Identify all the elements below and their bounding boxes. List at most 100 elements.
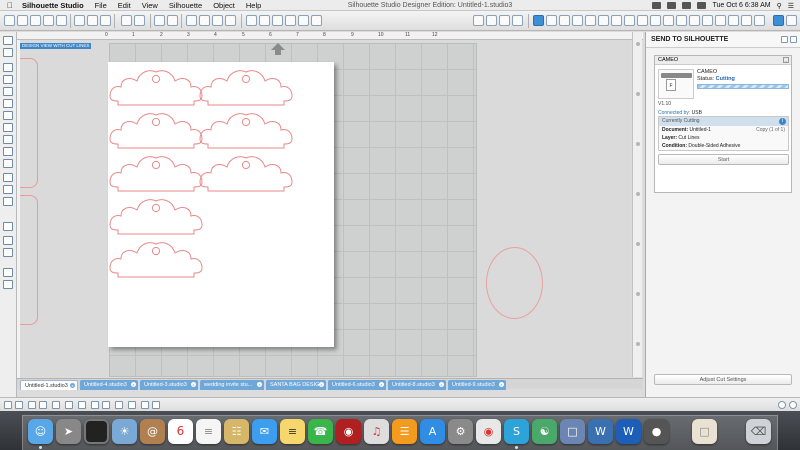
save-icon[interactable]	[30, 15, 41, 26]
transform-icon[interactable]	[598, 15, 609, 26]
offset-bottom-icon[interactable]	[128, 401, 136, 409]
rhinestone-icon[interactable]	[741, 15, 752, 26]
menu-view[interactable]: View	[142, 1, 158, 10]
library-icon[interactable]	[533, 15, 544, 26]
zoom-out-icon[interactable]	[259, 15, 270, 26]
status-icon[interactable]	[667, 2, 677, 9]
settings-icon[interactable]	[789, 401, 797, 409]
rectangle-tool-icon[interactable]	[3, 75, 13, 84]
rounded-rect-icon[interactable]	[3, 87, 13, 96]
select-icon[interactable]	[154, 15, 165, 26]
page-setup-icon[interactable]	[473, 15, 484, 26]
rotate-icon[interactable]	[15, 401, 23, 409]
sketch-icon[interactable]	[754, 15, 765, 26]
cut-shape-tag[interactable]	[109, 156, 203, 192]
compound-icon[interactable]	[52, 401, 60, 409]
eraser-icon[interactable]	[3, 185, 13, 194]
back-icon[interactable]	[225, 15, 236, 26]
duplicate-icon[interactable]	[4, 401, 12, 409]
lock-icon[interactable]	[141, 401, 149, 409]
text-tool-icon[interactable]	[3, 173, 13, 182]
line-style-icon[interactable]	[585, 15, 596, 26]
curve-tool-icon[interactable]	[3, 123, 13, 132]
photo-booth-icon[interactable]: ◉	[336, 419, 361, 444]
align-bottom-icon[interactable]	[78, 401, 86, 409]
tab-untitled-6[interactable]: Untitled-6.studio3 x	[328, 380, 386, 390]
arc-tool-icon[interactable]	[3, 135, 13, 144]
cut-icon[interactable]	[56, 15, 67, 26]
close-tab-icon[interactable]: x	[257, 382, 262, 387]
menu-help[interactable]: Help	[246, 1, 261, 10]
line-tool-icon[interactable]	[3, 63, 13, 72]
adjust-cut-settings-button[interactable]: Adjust Cut Settings	[654, 374, 792, 385]
cut-shape-tag[interactable]	[199, 70, 293, 106]
preview-2-icon[interactable]: □	[560, 419, 585, 444]
menu-file[interactable]: File	[95, 1, 107, 10]
menu-object[interactable]: Object	[213, 1, 235, 10]
itunes-icon[interactable]: ♫	[364, 419, 389, 444]
design-canvas[interactable]: DESIGN VIEW WITH CUT LINES	[20, 40, 631, 377]
cut-shape-tag[interactable]	[109, 242, 203, 278]
trace-icon[interactable]	[650, 15, 661, 26]
weld-icon[interactable]	[715, 15, 726, 26]
word-icon[interactable]: W	[588, 419, 613, 444]
tab-untitled-3[interactable]: Untitled-3.studio3 x	[140, 380, 198, 390]
mirror-icon[interactable]	[102, 401, 110, 409]
front-icon[interactable]	[212, 15, 223, 26]
close-tab-icon[interactable]: x	[499, 382, 504, 387]
wifi-icon[interactable]	[682, 2, 692, 9]
print-icon[interactable]	[43, 15, 54, 26]
line-color-icon[interactable]	[572, 15, 583, 26]
silhouette-icon[interactable]: S	[504, 419, 529, 444]
clock[interactable]: Tue Oct 6 6:38 AM	[712, 2, 770, 9]
page-icon[interactable]	[311, 15, 322, 26]
design-view-icon[interactable]	[3, 222, 13, 231]
point-edit-icon[interactable]	[3, 48, 13, 57]
tab-untitled-1[interactable]: Untitled-1.studio3 x	[20, 380, 78, 390]
cut-shape-tag[interactable]	[109, 199, 203, 235]
print-cut-icon[interactable]	[3, 268, 13, 277]
facetime-icon[interactable]: ☎	[308, 419, 333, 444]
delete-icon[interactable]	[100, 15, 111, 26]
knife-icon[interactable]	[728, 15, 739, 26]
align-icon[interactable]	[702, 15, 713, 26]
close-tab-icon[interactable]: x	[131, 382, 136, 387]
fill-panel-icon[interactable]	[3, 236, 13, 245]
preview-icon[interactable]: ☀	[112, 419, 137, 444]
cut-shape-tag[interactable]	[199, 113, 293, 149]
list-icon[interactable]: ☰	[788, 2, 794, 10]
paste-icon[interactable]	[87, 15, 98, 26]
zoom-fit-icon[interactable]	[272, 15, 283, 26]
zoom-page-icon[interactable]	[285, 15, 296, 26]
chrome-icon[interactable]: ◉	[476, 419, 501, 444]
documents-icon[interactable]: W	[616, 419, 641, 444]
registration-icon[interactable]	[499, 15, 510, 26]
finder-icon[interactable]: ☺	[28, 419, 53, 444]
tab-untitled-8[interactable]: Untitled-8.studio3 x	[388, 380, 446, 390]
text-style-icon[interactable]	[663, 15, 674, 26]
system-prefs-icon[interactable]: ⚙	[448, 419, 473, 444]
cut-shape-tag[interactable]	[109, 70, 203, 106]
weld-bottom-icon[interactable]	[115, 401, 123, 409]
add-icon[interactable]	[778, 401, 786, 409]
modify-icon[interactable]	[624, 15, 635, 26]
tab-untitled-4[interactable]: Untitled-4.studio3 x	[80, 380, 138, 390]
smooth-freehand-icon[interactable]	[3, 159, 13, 168]
attach-icon[interactable]	[152, 401, 160, 409]
release-icon[interactable]	[65, 401, 73, 409]
close-panel-icon[interactable]	[790, 36, 797, 43]
calendar-icon[interactable]: 6	[168, 419, 193, 444]
apple-icon[interactable]: 	[7, 1, 16, 10]
launchpad-icon[interactable]: ➤	[56, 419, 81, 444]
flip-icon[interactable]	[91, 401, 99, 409]
ungroup-icon[interactable]	[199, 15, 210, 26]
dots-icon[interactable]: ●	[644, 419, 669, 444]
menu-app[interactable]: Silhouette Studio	[22, 1, 84, 10]
pan-icon[interactable]	[298, 15, 309, 26]
notes-icon[interactable]: ≡	[280, 419, 305, 444]
undo-icon[interactable]	[121, 15, 132, 26]
search-icon[interactable]: ⚲	[777, 2, 782, 10]
page-view-icon[interactable]	[689, 15, 700, 26]
vertical-scrollbar[interactable]	[632, 32, 642, 377]
knife-tool-icon[interactable]	[3, 197, 13, 206]
